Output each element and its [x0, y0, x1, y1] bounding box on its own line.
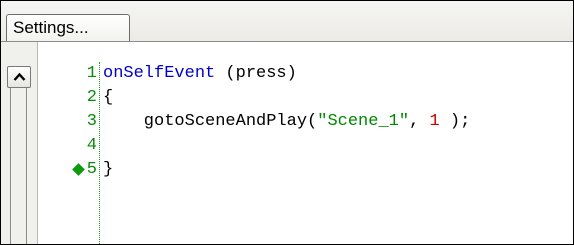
code-text: gotoSceneAndPlay("Scene_1", 1 ); [103, 110, 471, 134]
line-number: 4 [86, 136, 97, 155]
code-token: , [409, 112, 430, 131]
code-line[interactable]: 5} [38, 158, 568, 182]
toolbar: Settings... [1, 1, 573, 41]
code-token: } [103, 160, 114, 179]
code-token: { [103, 88, 114, 107]
green-diamond-icon[interactable] [72, 163, 85, 176]
line-number: 5 [86, 160, 97, 179]
scroll-up-button[interactable] [7, 66, 31, 88]
code-line[interactable]: 1 onSelfEvent (press) [38, 62, 568, 86]
code-token: onSelfEvent [103, 64, 216, 83]
code-token: 1 [429, 112, 440, 131]
scroll-track-right-edge [26, 88, 27, 244]
line-number: 2 [86, 88, 97, 107]
code-text: onSelfEvent (press) [103, 62, 297, 86]
vertical-scrollbar[interactable] [1, 42, 38, 244]
scroll-track-left-edge [10, 88, 11, 244]
line-number: 3 [86, 112, 97, 131]
code-token: (press) [215, 64, 297, 83]
code-line[interactable]: 4 [38, 134, 568, 158]
code-token: ); [439, 112, 471, 131]
code-token: "Scene_1" [317, 112, 410, 131]
settings-button[interactable]: Settings... [6, 14, 130, 41]
code-text: } [103, 158, 113, 182]
code-line[interactable]: 2{ [38, 86, 568, 110]
line-number: 1 [86, 64, 97, 83]
code-editor[interactable]: 1 onSelfEvent (press) 2{3 gotoSceneAndPlay… [38, 42, 573, 244]
chevron-up-icon [13, 72, 26, 81]
code-line[interactable]: 3 gotoSceneAndPlay("Scene_1", 1 ); [38, 110, 568, 134]
code-token: gotoSceneAndPlay( [103, 112, 318, 131]
code-text: { [103, 86, 113, 110]
